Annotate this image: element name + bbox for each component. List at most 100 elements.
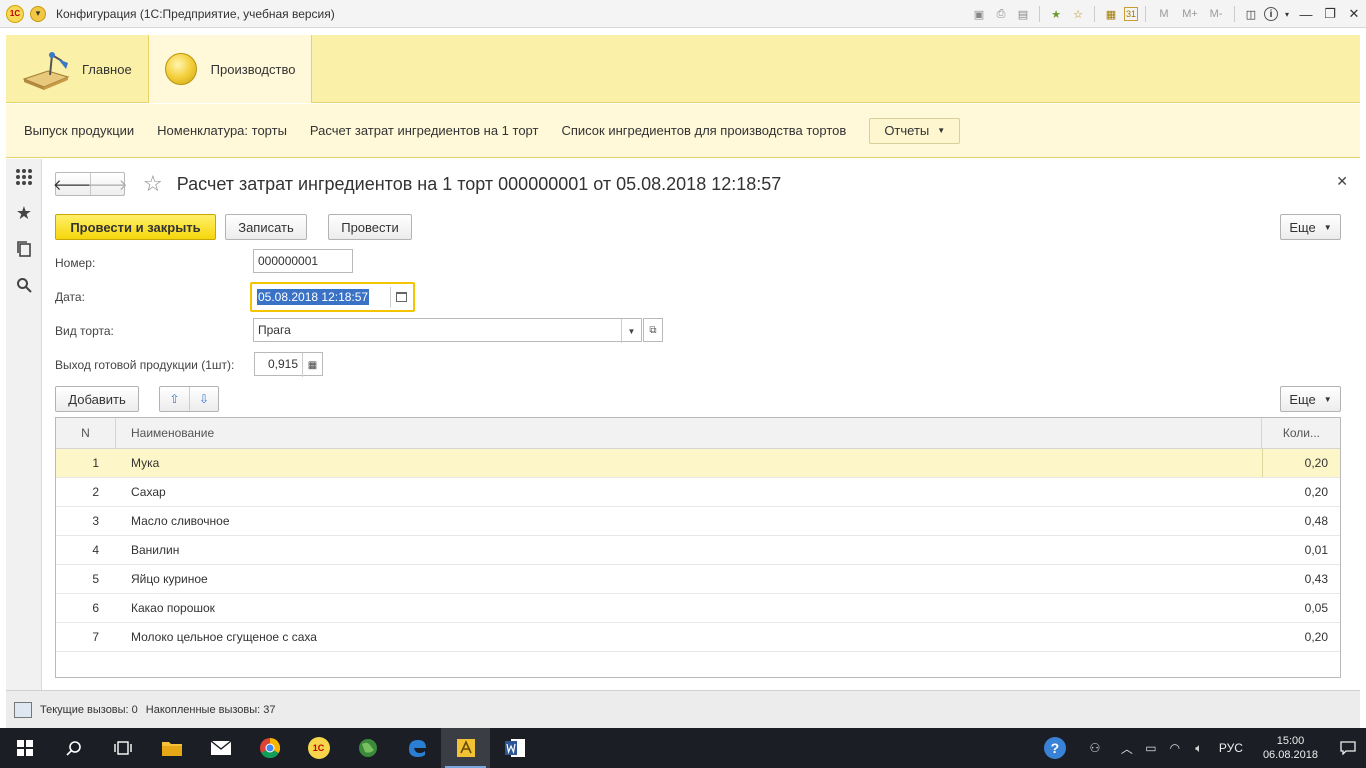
post-button[interactable]: Провести	[328, 214, 412, 240]
favorite-star-icon[interactable]: ☆	[143, 173, 163, 195]
1c-app-icon[interactable]: 1С	[294, 728, 343, 768]
document-form: 🡐 🡒 ☆ Расчет затрат ингредиентов на 1 то…	[42, 159, 1360, 690]
move-up-icon[interactable]: ⇧	[160, 387, 189, 411]
calculator-icon[interactable]: ▦	[302, 353, 322, 377]
info-chevron-down-icon[interactable]: ▾	[1282, 5, 1292, 23]
favorites-icon[interactable]: ☆	[1069, 5, 1087, 23]
search-icon[interactable]	[6, 267, 42, 303]
main-menu-chevron-down-icon[interactable]: ▾	[30, 5, 46, 22]
table-row[interactable]: 6 Какао порошок 0,05	[56, 594, 1340, 623]
move-down-icon[interactable]: ⇩	[189, 387, 218, 411]
volume-icon[interactable]: 🔈︎	[1187, 728, 1211, 768]
close-window-button[interactable]: ✕	[1343, 3, 1365, 25]
mail-icon[interactable]	[196, 728, 245, 768]
pdf-reader-icon[interactable]	[441, 728, 490, 768]
memory-button[interactable]: M	[1153, 5, 1175, 23]
section-main[interactable]: Главное	[6, 35, 148, 103]
table-row[interactable]: 2 Сахар 0,20	[56, 478, 1340, 507]
cake-type-select[interactable]: Прага ▼	[253, 318, 642, 343]
preview-icon[interactable]: ▤	[1014, 5, 1032, 23]
table-row[interactable]: 3 Масло сливочное 0,48	[56, 507, 1340, 536]
nav-link-ingredient-list[interactable]: Список ингредиентов для производства тор…	[561, 123, 846, 138]
nav-link-product-output[interactable]: Выпуск продукции	[24, 123, 134, 138]
cell-name: Масло сливочное	[131, 514, 230, 528]
minimize-button[interactable]: —	[1295, 3, 1317, 25]
number-field[interactable]: 000000001	[253, 249, 353, 273]
post-and-close-button[interactable]: Провести и закрыть	[55, 214, 216, 240]
save-icon[interactable]: ▣	[970, 5, 988, 23]
globe-app-icon[interactable]	[343, 728, 392, 768]
calculator-icon[interactable]: ▦	[1102, 5, 1120, 23]
calendar-icon[interactable]	[396, 292, 407, 302]
open-item-icon[interactable]: ⧉	[643, 318, 663, 342]
cell-quantity: 0,20	[1304, 485, 1328, 499]
column-header-n[interactable]: N	[56, 418, 116, 448]
close-form-icon[interactable]: ✕	[1336, 173, 1348, 190]
windows-start-icon[interactable]	[0, 728, 49, 768]
table-more-label: Еще	[1289, 391, 1316, 407]
cell-n: 1	[92, 456, 99, 470]
clock[interactable]: 15:00 06.08.2018	[1263, 734, 1318, 762]
notifications-icon[interactable]	[1330, 728, 1366, 768]
table-row[interactable]: 5 Яйцо куриное 0,43	[56, 565, 1340, 594]
cell-n: 3	[92, 514, 99, 528]
section-production[interactable]: Производство	[147, 35, 313, 103]
chevron-down-icon[interactable]: ▼	[621, 319, 641, 343]
nav-link-ingredient-cost[interactable]: Расчет затрат ингредиентов на 1 торт	[310, 123, 539, 138]
file-explorer-icon[interactable]	[147, 728, 196, 768]
edge-icon[interactable]	[392, 728, 441, 768]
people-icon[interactable]: ⚇	[1075, 728, 1115, 768]
memory-plus-button[interactable]: M+	[1179, 5, 1201, 23]
favorites-star-icon[interactable]: ★	[6, 195, 42, 231]
more-button[interactable]: Еще ▼	[1280, 214, 1341, 240]
table-header: N Наименование Коли...	[56, 418, 1340, 449]
sections-panel: Главное Производство	[6, 35, 1360, 103]
output-quantity-field[interactable]: 0,915 ▦	[254, 352, 323, 377]
save-button[interactable]: Записать	[225, 214, 307, 240]
date-field[interactable]: 05.08.2018 12:18:57	[250, 282, 415, 312]
column-header-quantity[interactable]: Коли...	[1262, 418, 1340, 448]
more-label: Еще	[1289, 219, 1316, 235]
cell-quantity: 0,20	[1304, 630, 1328, 644]
word-icon[interactable]	[490, 728, 539, 768]
history-icon[interactable]	[6, 231, 42, 267]
table-row[interactable]: 1 Мука 0,20	[56, 449, 1340, 478]
battery-icon[interactable]: ▭	[1139, 728, 1163, 768]
add-row-button[interactable]: Добавить	[55, 386, 139, 412]
task-view-icon[interactable]	[98, 728, 147, 768]
table-row[interactable]: 7 Молоко цельное сгущеное с саха 0,20	[56, 623, 1340, 652]
chevron-down-icon: ▼	[1323, 394, 1332, 404]
calendar-icon[interactable]: 31	[1124, 7, 1138, 21]
panels-icon[interactable]: ◫	[1242, 5, 1260, 23]
help-icon[interactable]: ?	[1035, 728, 1075, 768]
all-functions-grid-icon[interactable]	[6, 159, 42, 195]
search-icon[interactable]	[49, 728, 98, 768]
table-row[interactable]: 4 Ванилин 0,01	[56, 536, 1340, 565]
table-more-button[interactable]: Еще ▼	[1280, 386, 1341, 412]
chrome-icon[interactable]	[245, 728, 294, 768]
back-arrow-icon[interactable]: 🡐	[53, 173, 93, 195]
add-favorite-icon[interactable]: ★	[1047, 5, 1065, 23]
cake-type-value: Прага	[258, 323, 291, 337]
forward-arrow-icon[interactable]: 🡒	[87, 173, 128, 195]
reports-dropdown-button[interactable]: Отчеты ▼	[869, 117, 961, 144]
wifi-icon[interactable]: ◠	[1163, 728, 1187, 768]
restore-button[interactable]: ❐	[1319, 3, 1341, 25]
memory-minus-button[interactable]: M-	[1205, 5, 1227, 23]
1c-logo-icon[interactable]: 1С	[6, 4, 24, 23]
input-language[interactable]: РУС	[1219, 741, 1243, 755]
info-icon[interactable]: i	[1264, 7, 1278, 21]
column-header-name[interactable]: Наименование	[116, 418, 1262, 448]
cell-quantity: 0,48	[1304, 514, 1328, 528]
toolbar-divider	[1039, 6, 1040, 22]
print-icon[interactable]: ⎙	[992, 5, 1010, 23]
cell-quantity: 0,05	[1304, 601, 1328, 615]
window-titlebar: 1С ▾ Конфигурация (1С:Предприятие, учебн…	[0, 0, 1366, 28]
cell-quantity: 0,20	[1262, 449, 1340, 477]
server-calls-icon[interactable]	[14, 701, 32, 718]
show-hidden-icons-chevron-up-icon[interactable]: ︿	[1115, 728, 1139, 768]
section-production-label: Производство	[210, 61, 296, 77]
toolbar-divider	[1234, 6, 1235, 22]
status-bar: Текущие вызовы: 0 Накопленные вызовы: 37	[6, 690, 1360, 728]
nav-link-nomenclature-cakes[interactable]: Номенклатура: торты	[157, 123, 287, 138]
